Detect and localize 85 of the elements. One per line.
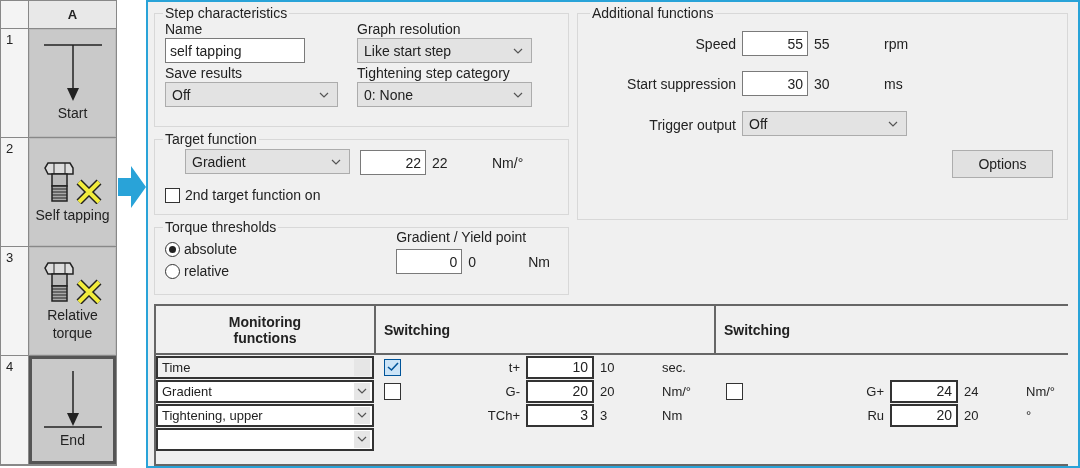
save-results-dropdown[interactable]: Off [165,82,338,107]
chevron-icon [357,388,367,394]
radio-label: absolute [184,241,237,257]
checkbox[interactable] [726,382,743,400]
number-field[interactable]: 0 [396,249,463,274]
field-label: Tightening step category [357,65,511,82]
value-reading: 20 [963,407,980,423]
options-button[interactable]: Options [952,150,1053,178]
monitoring-dropdown[interactable]: Gradient [156,379,374,403]
trigger-output-dropdown[interactable]: Off [742,111,907,136]
step-cell[interactable]: Start [29,29,116,137]
number-field[interactable]: 22 [360,150,426,175]
step-cell[interactable]: Self tapping [29,138,116,246]
end-arrow-icon [41,370,104,429]
unit-label: Nm [528,253,550,270]
unit-label: Nm [662,407,683,423]
column-header: Switching [714,306,1068,353]
unit-label: Nm/° [492,154,524,171]
number-field[interactable]: 55 [742,31,808,56]
name-field[interactable]: self tapping [165,38,305,63]
value-reading: 10 [599,359,616,375]
chevron-icon [319,91,329,98]
radio-button[interactable] [165,263,180,279]
group-title: Target function [164,131,258,147]
step-category-dropdown[interactable]: 0: None [357,82,532,107]
monitoring-dropdown[interactable]: Tightening, upper [156,403,374,427]
checkbox[interactable] [384,382,401,400]
group-title: Torque thresholds [164,219,278,235]
field-label: Start suppression [626,75,737,92]
field-label: Graph resolution [357,21,462,38]
chevron-icon [513,47,523,54]
field-label: TCh+ [486,407,521,423]
group-title: Additional functions [591,5,715,21]
checkbox-label: 2nd target function on [185,187,321,203]
chevron-icon [513,91,523,98]
chevron-icon [331,158,341,165]
value-reading: 3 [599,407,609,423]
field-label: Trigger output [648,116,737,133]
number-field[interactable]: 24 [890,379,958,403]
step-number: 2 [1,138,29,246]
field-label: G+ [865,383,885,399]
value-reading: 20 [599,383,616,399]
checkbox[interactable] [165,187,180,203]
graph-resolution-dropdown[interactable]: Like start step [357,38,532,63]
column-header: Switching [374,306,714,353]
unit-label: Nm/° [1026,383,1056,399]
unit-label: ° [1026,407,1032,423]
column-header: Monitoring functions [227,312,303,348]
radio-button[interactable] [165,241,180,257]
value-reading: 24 [963,383,980,399]
field-label: Ru [866,407,885,423]
group-title: Step characteristics [164,5,289,21]
unit-label: rpm [884,35,909,52]
step-cell[interactable]: Relative torque [29,247,116,355]
start-arrow-icon [41,43,104,102]
monitoring-dropdown[interactable] [156,427,374,451]
unit-label: ms [884,75,903,92]
screw-icon [41,159,104,204]
number-field[interactable]: 30 [742,71,808,96]
field-label: t+ [507,359,521,375]
target-function-dropdown[interactable]: Gradient [185,149,350,174]
value-reading: 55 [813,35,831,52]
chevron-icon [357,412,367,418]
step-number: 3 [1,247,29,355]
value-reading: 22 [431,154,449,171]
number-field[interactable]: 20 [526,379,594,403]
value-reading: 0 [467,253,477,270]
chevron-icon [888,120,898,127]
column-header: A [29,1,116,28]
field-label: G- [504,383,521,399]
step-cell[interactable]: End [29,356,116,464]
value-reading: 30 [813,75,831,92]
field-label: Name [165,21,204,38]
field-label: Save results [165,65,244,82]
unit-label: sec. [662,359,686,375]
screw-icon [41,259,104,304]
field-label: Gradient / Yield point [396,229,528,246]
number-field[interactable]: 20 [890,403,958,427]
field-label: Speed [694,35,737,52]
step-number: 4 [1,356,29,464]
number-field[interactable]: 3 [526,403,594,427]
step-number: 1 [1,29,29,137]
chevron-icon [357,436,367,442]
radio-label: relative [184,263,230,279]
unit-label: Nm/° [662,383,692,399]
